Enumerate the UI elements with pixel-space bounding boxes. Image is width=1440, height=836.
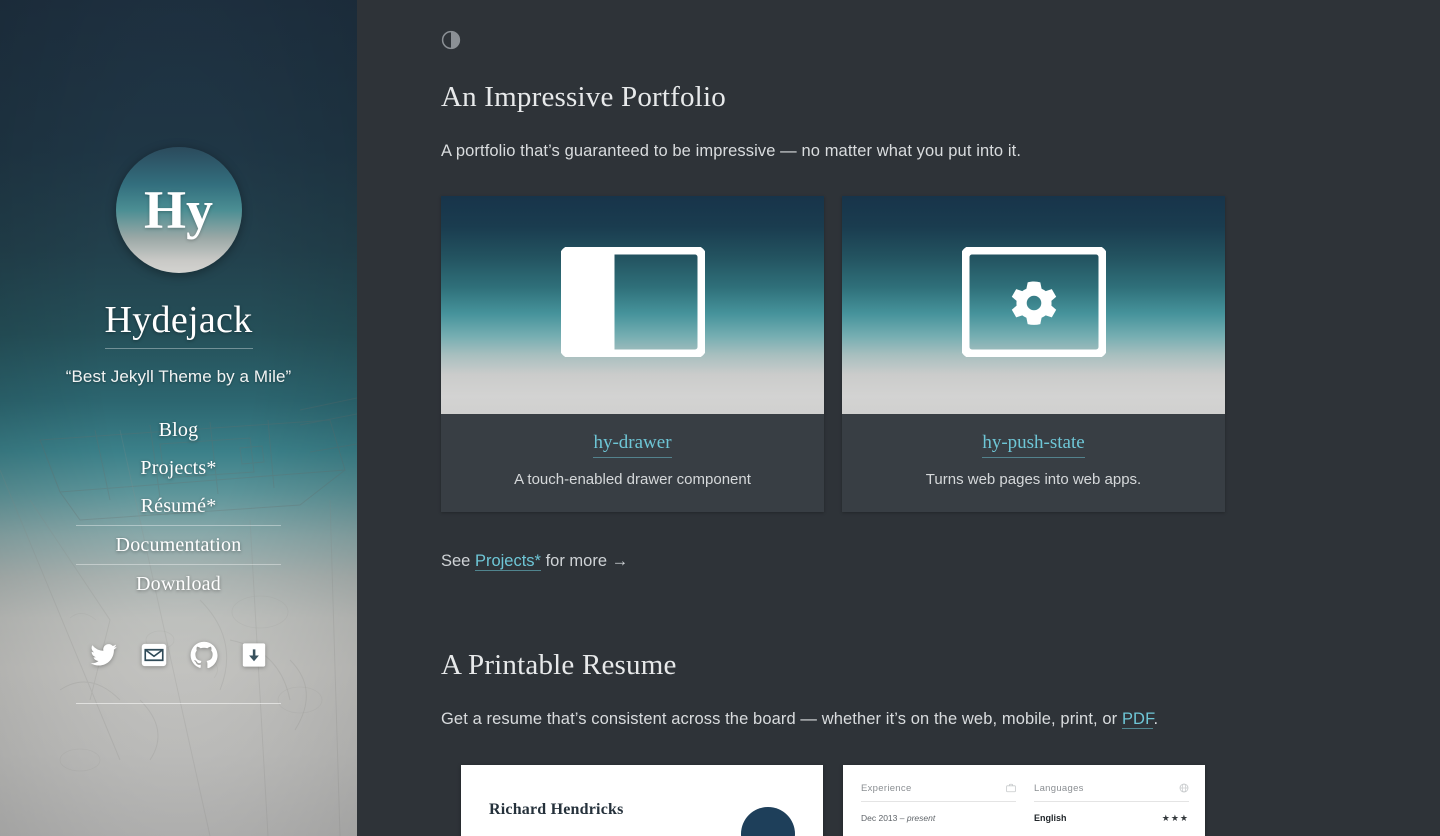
see-more-prefix: See — [441, 551, 475, 570]
resume-experience-header: Experience — [861, 783, 1016, 802]
site-tagline: “Best Jekyll Theme by a Mile” — [65, 366, 292, 386]
email-icon — [140, 641, 168, 669]
gear-in-window-icon — [960, 245, 1107, 362]
resume-experience-label: Experience — [861, 782, 912, 794]
project-desc-hy-push-state: Turns web pages into web apps. — [925, 470, 1142, 488]
resume-languages-row: English ★★★ — [1034, 813, 1189, 824]
twitter-icon — [90, 641, 118, 669]
resume-preview-left[interactable]: Richard Hendricks — [461, 764, 823, 836]
project-card-grid: hy-drawer A touch-enabled drawer compone… — [441, 195, 1225, 512]
sidebar-item-projects[interactable]: Projects* — [138, 449, 218, 487]
project-card-hy-drawer[interactable]: hy-drawer A touch-enabled drawer compone… — [441, 195, 824, 512]
social-link-twitter[interactable] — [90, 641, 118, 669]
see-more-suffix: for more — [540, 551, 612, 570]
project-thumbnail-hy-drawer — [441, 195, 824, 414]
see-more-projects-link[interactable]: Projects* — [474, 551, 541, 571]
project-card-hy-push-state[interactable]: hy-push-state Turns web pages into web a… — [842, 195, 1225, 512]
sidebar-item-documentation[interactable]: Documentation — [76, 526, 281, 565]
resume-experience-row: Dec 2013 – present — [861, 813, 1016, 823]
project-caption-hy-drawer: hy-drawer A touch-enabled drawer compone… — [441, 414, 824, 512]
page-title-portfolio: An Impressive Portfolio — [441, 81, 726, 113]
social-link-download[interactable] — [240, 641, 268, 669]
sidebar-item-resume[interactable]: Résumé* — [76, 487, 281, 526]
project-thumbnail-hy-push-state — [842, 195, 1225, 414]
resume-lede-prefix: Get a resume that’s consistent across th… — [441, 709, 1122, 728]
social-links — [90, 641, 268, 669]
github-icon — [190, 641, 218, 669]
resume-language-rating: ★★★ — [1161, 812, 1189, 823]
project-title-hy-drawer: hy-drawer — [593, 432, 672, 458]
arrow-right-icon: → — [611, 551, 629, 570]
globe-icon — [1179, 783, 1189, 793]
resume-lede: Get a resume that’s consistent across th… — [441, 707, 1440, 732]
project-desc-hy-drawer: A touch-enabled drawer component — [514, 470, 751, 488]
social-link-github[interactable] — [190, 641, 218, 669]
page-title-resume: A Printable Resume — [441, 648, 677, 681]
app-root: Hy Hydejack “Best Jekyll Theme by a Mile… — [0, 0, 1440, 836]
briefcase-icon — [1006, 783, 1016, 793]
resume-preview-right-body: Experience Dec 2013 – present Languages … — [843, 765, 1205, 824]
site-logo[interactable]: Hy — [115, 147, 242, 273]
sidebar-item-blog[interactable]: Blog — [157, 411, 201, 449]
resume-experience-date: Dec 2013 – present — [861, 813, 935, 823]
social-link-email[interactable] — [140, 641, 168, 669]
resume-preview-right[interactable]: Experience Dec 2013 – present Languages … — [843, 764, 1205, 836]
project-title-hy-push-state: hy-push-state — [982, 432, 1085, 458]
download-icon — [240, 641, 268, 669]
contrast-half-circle-icon[interactable] — [441, 30, 461, 50]
sidebar-item-download[interactable]: Download — [134, 565, 223, 603]
sidebar-divider — [76, 702, 281, 704]
drawer-panel-icon — [559, 245, 706, 362]
resume-language-name: English — [1034, 813, 1067, 824]
sidebar-content: Hy Hydejack “Best Jekyll Theme by a Mile… — [0, 0, 357, 836]
resume-languages-label: Languages — [1034, 782, 1084, 794]
main-content: An Impressive Portfolio A portfolio that… — [357, 0, 1440, 836]
pdf-link[interactable]: PDF — [1121, 709, 1154, 729]
resume-experience-date-start: Dec 2013 – — [861, 812, 907, 823]
sidebar: Hy Hydejack “Best Jekyll Theme by a Mile… — [0, 0, 357, 836]
resume-lede-suffix: . — [1153, 709, 1159, 728]
resume-column-languages: Languages English ★★★ — [1034, 783, 1189, 824]
site-logo-text: Hy — [143, 180, 213, 240]
see-more-line: See Projects* for more → — [441, 551, 1440, 571]
resume-preview-grid: Richard Hendricks Experience Dec 2013 – … — [461, 764, 1223, 836]
portfolio-lede: A portfolio that’s guaranteed to be impr… — [441, 142, 1022, 160]
resume-column-experience: Experience Dec 2013 – present — [861, 783, 1016, 824]
project-caption-hy-push-state: hy-push-state Turns web pages into web a… — [842, 414, 1225, 512]
sidebar-nav: Blog Projects* Résumé* Documentation Dow… — [76, 411, 281, 603]
resume-experience-date-end: present — [906, 812, 936, 823]
resume-languages-header: Languages — [1034, 783, 1189, 802]
site-title[interactable]: Hydejack — [104, 299, 253, 349]
